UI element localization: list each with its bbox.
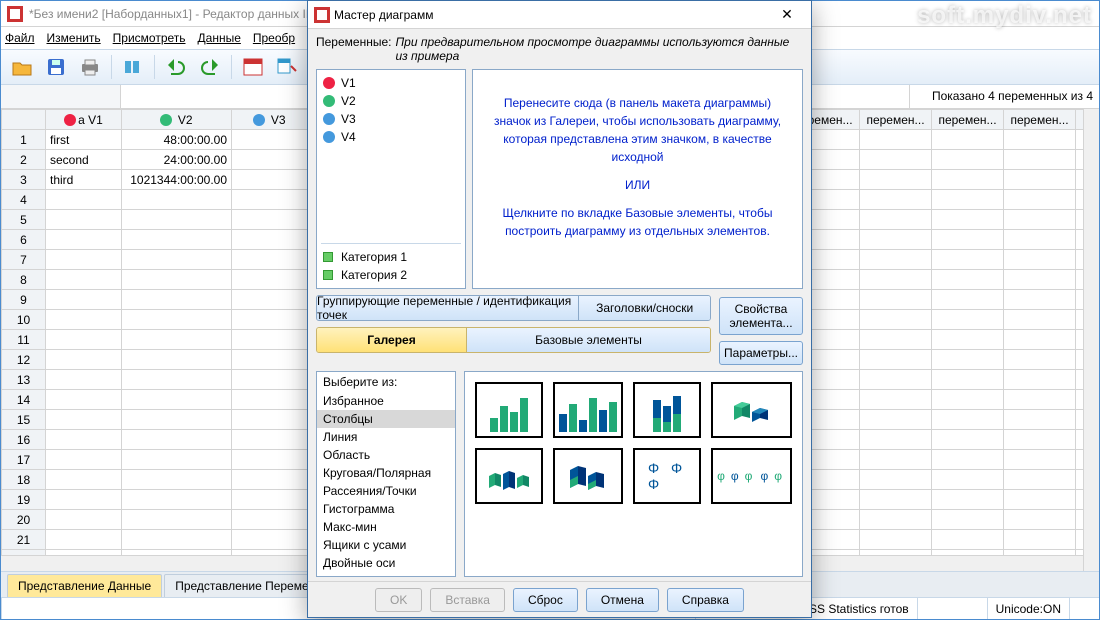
canvas-or: ИЛИ [489,176,786,194]
variable-item[interactable]: V3 [321,110,461,128]
gallery-category-item[interactable]: Круговая/Полярная [317,464,455,482]
menu-view[interactable]: Присмотреть [113,31,186,45]
thumb-bar-stacked[interactable] [633,382,701,438]
print-button[interactable] [75,53,105,81]
variables-hint: При предварительном просмотре диаграммы … [395,35,803,63]
element-properties-button[interactable]: Свойства элемента... [719,297,803,335]
menu-data[interactable]: Данные [198,31,241,45]
tab-titles[interactable]: Заголовки/сноски [579,296,710,320]
chart-thumbnails: Φ ΦΦ φ φ φφ φ [464,371,803,577]
canvas-instruction-1: Перенесите сюда (в панель макета диаграм… [489,94,786,166]
category-item: Категория 1 [321,248,461,266]
open-button[interactable] [7,53,37,81]
gallery-category-item[interactable]: Линия [317,428,455,446]
upper-tabs: Группирующие переменные / идентификация … [316,295,711,321]
tab-basic-elements[interactable]: Базовые элементы [467,328,710,352]
paste-button: Вставка [430,588,505,612]
ok-button: OK [375,588,422,612]
dialog-title: Мастер диаграмм [330,8,769,22]
thumb-bar-3d-clustered[interactable] [475,448,543,504]
redo-button[interactable] [195,53,225,81]
category-item: Категория 2 [321,266,461,284]
thumb-bar-error-1[interactable]: Φ ΦΦ [633,448,701,504]
variables-list[interactable]: V1V2V3V4 Категория 1Категория 2 [316,69,466,289]
tab-gallery[interactable]: Галерея [317,328,467,352]
var-count-status: Показано 4 переменных из 4 [909,85,1099,108]
thumb-bar-error-2[interactable]: φ φ φφ φ [711,448,792,504]
thumb-bar-3d-stacked[interactable] [553,448,623,504]
gallery-category-item[interactable]: Гистограмма [317,500,455,518]
menu-file[interactable]: Файл [5,31,35,45]
gallery-category-item[interactable]: Макс-мин [317,518,455,536]
reset-button[interactable]: Сброс [513,588,578,612]
choose-from-label: Выберите из: [317,372,455,392]
goto-button[interactable] [238,53,268,81]
dialog-titlebar: Мастер диаграмм ✕ [308,1,811,29]
categories-list: Категория 1Категория 2 [321,243,461,284]
help-button[interactable]: Справка [667,588,744,612]
options-button[interactable]: Параметры... [719,341,803,365]
variable-item[interactable]: V4 [321,128,461,146]
name-box[interactable] [1,85,121,108]
variable-item[interactable]: V1 [321,74,461,92]
undo-button[interactable] [161,53,191,81]
save-button[interactable] [41,53,71,81]
cancel-button[interactable]: Отмена [586,588,659,612]
canvas-instruction-2: Щелкните по вкладке Базовые элементы, чт… [489,204,786,240]
app-icon [7,6,23,22]
gallery-category-item[interactable]: Область [317,446,455,464]
variables-label: Переменные: [316,35,391,49]
find-button[interactable] [272,53,302,81]
chart-builder-dialog: Мастер диаграмм ✕ Переменные: При предва… [307,0,812,618]
gallery-category-item[interactable]: Избранное [317,392,455,410]
tab-data-view[interactable]: Представление Данные [7,574,162,597]
thumb-bar-3d[interactable] [711,382,792,438]
variables-label-row: Переменные: При предварительном просмотр… [316,35,803,63]
v-scrollbar[interactable] [1083,109,1099,571]
tab-groups[interactable]: Группирующие переменные / идентификация … [317,296,579,320]
close-icon[interactable]: ✕ [769,4,805,26]
variable-item[interactable]: V2 [321,92,461,110]
recall-button[interactable] [118,53,148,81]
menu-transform[interactable]: Преобр [253,31,295,45]
menu-edit[interactable]: Изменить [47,31,101,45]
chart-canvas-placeholder[interactable]: Перенесите сюда (в панель макета диаграм… [472,69,803,289]
gallery-category-item[interactable]: Двойные оси [317,554,455,572]
gallery-category-item[interactable]: Ящики с усами [317,536,455,554]
thumb-bar-simple[interactable] [475,382,543,438]
gallery-tabs: Галерея Базовые элементы [316,327,711,353]
gallery-category-item[interactable]: Столбцы [317,410,455,428]
thumb-bar-clustered[interactable] [553,382,623,438]
dialog-icon [314,7,330,23]
dialog-buttons: OK Вставка Сброс Отмена Справка [308,581,811,617]
unicode-status: Unicode:ON [987,598,1069,619]
gallery-category-list[interactable]: Выберите из: ИзбранноеСтолбцыЛинияОбласт… [316,371,456,577]
gallery-category-item[interactable]: Рассеяния/Точки [317,482,455,500]
